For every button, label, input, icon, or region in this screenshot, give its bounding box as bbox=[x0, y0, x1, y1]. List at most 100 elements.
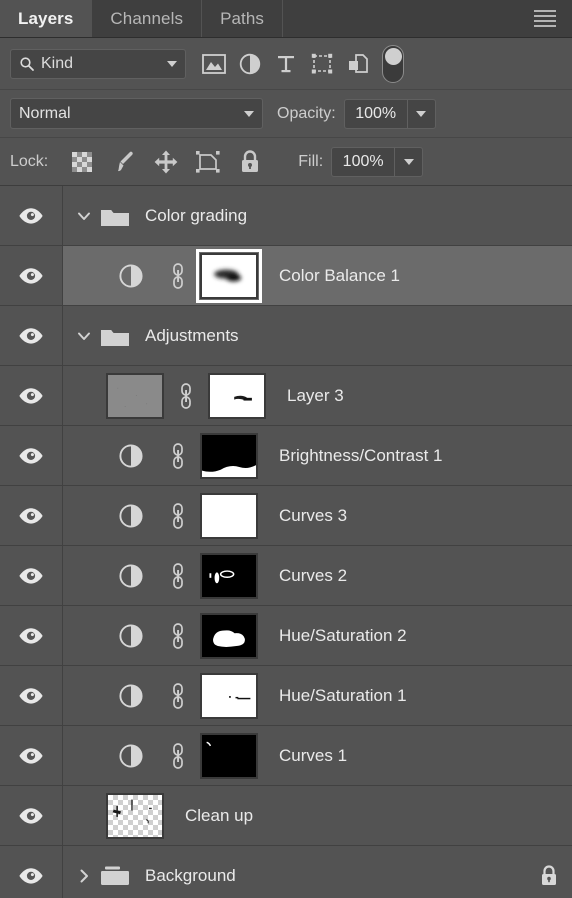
fill-stepper[interactable] bbox=[395, 146, 424, 177]
layer-name[interactable]: Layer 3 bbox=[287, 386, 344, 406]
layer-visibility-toggle[interactable] bbox=[0, 786, 63, 845]
chevron-down-icon[interactable] bbox=[76, 328, 92, 344]
layer-visibility-toggle[interactable] bbox=[0, 306, 63, 365]
layer-name[interactable]: Curves 2 bbox=[279, 566, 347, 586]
lock-image-pixels-icon[interactable] bbox=[104, 144, 144, 180]
shape-layer-filter-icon[interactable] bbox=[304, 46, 340, 82]
layer-visibility-toggle[interactable] bbox=[0, 426, 63, 485]
tab-layers[interactable]: Layers bbox=[0, 0, 93, 37]
panel-menu-icon[interactable] bbox=[524, 0, 572, 37]
lock-all-icon[interactable] bbox=[230, 144, 270, 180]
filter-kind-select[interactable]: Kind bbox=[10, 48, 186, 79]
chevron-down-icon[interactable] bbox=[76, 208, 92, 224]
group-disclosure-toggle[interactable] bbox=[71, 208, 97, 224]
layer-row[interactable]: Hue/Saturation 1 bbox=[0, 666, 572, 726]
layer-list[interactable]: Color grading Color Balance 1 Adjustment… bbox=[0, 186, 572, 898]
link-mask-icon[interactable] bbox=[170, 741, 186, 771]
layer-thumbnail[interactable] bbox=[97, 792, 173, 839]
layer-mask-thumbnail[interactable] bbox=[191, 248, 267, 303]
layer-mask-thumbnail[interactable] bbox=[191, 612, 267, 659]
link-mask-icon[interactable] bbox=[170, 261, 186, 291]
fill-input[interactable]: 100% bbox=[331, 146, 396, 177]
mask-link-icon[interactable] bbox=[165, 561, 191, 591]
adjustment-layer-thumbnail[interactable] bbox=[97, 263, 165, 289]
link-mask-icon[interactable] bbox=[170, 441, 186, 471]
mask-link-icon[interactable] bbox=[165, 621, 191, 651]
lock-artboard-nesting-icon[interactable] bbox=[188, 144, 228, 180]
layer-row[interactable]: Curves 1 bbox=[0, 726, 572, 786]
layer-visibility-toggle[interactable] bbox=[0, 726, 63, 785]
layer-name[interactable]: Hue/Saturation 1 bbox=[279, 686, 407, 706]
layer-row[interactable]: Curves 3 bbox=[0, 486, 572, 546]
lock-position-icon[interactable] bbox=[146, 144, 186, 180]
layer-name[interactable]: Adjustments bbox=[145, 326, 239, 346]
layer-row[interactable]: Background bbox=[0, 846, 572, 898]
layer-row[interactable]: Clean up bbox=[0, 786, 572, 846]
adjustment-layer-thumbnail[interactable] bbox=[97, 563, 165, 589]
layer-name[interactable]: Curves 3 bbox=[279, 506, 347, 526]
visibility-eye-glyph bbox=[19, 507, 43, 524]
mask-link-icon[interactable] bbox=[165, 441, 191, 471]
layer-mask-thumbnail[interactable] bbox=[191, 672, 267, 719]
layer-row-body: Adjustments bbox=[63, 306, 572, 365]
layer-visibility-toggle[interactable] bbox=[0, 606, 63, 665]
chevron-right-icon[interactable] bbox=[76, 868, 92, 884]
adjustment-layer-thumbnail[interactable] bbox=[97, 503, 165, 529]
layer-visibility-toggle[interactable] bbox=[0, 366, 63, 425]
layer-name[interactable]: Color grading bbox=[145, 206, 247, 226]
adjustment-layer-thumbnail[interactable] bbox=[97, 683, 165, 709]
adjustment-layer-thumbnail[interactable] bbox=[97, 623, 165, 649]
link-mask-icon[interactable] bbox=[170, 501, 186, 531]
link-mask-icon[interactable] bbox=[170, 621, 186, 651]
layer-row[interactable]: Hue/Saturation 2 bbox=[0, 606, 572, 666]
adjustment-layer-thumbnail[interactable] bbox=[97, 743, 165, 769]
layer-mask-thumbnail[interactable] bbox=[191, 432, 267, 479]
mask-link-icon[interactable] bbox=[165, 681, 191, 711]
mask-link-icon[interactable] bbox=[165, 741, 191, 771]
layer-thumbnail[interactable] bbox=[97, 372, 173, 419]
mask-link-icon[interactable] bbox=[165, 261, 191, 291]
link-mask-icon[interactable] bbox=[170, 561, 186, 591]
mask-link-icon[interactable] bbox=[173, 381, 199, 411]
chevron-down-icon bbox=[416, 110, 427, 117]
layer-name[interactable]: Brightness/Contrast 1 bbox=[279, 446, 442, 466]
layer-name[interactable]: Color Balance 1 bbox=[279, 266, 400, 286]
lock-transparent-pixels-icon[interactable] bbox=[62, 144, 102, 180]
layer-visibility-toggle[interactable] bbox=[0, 546, 63, 605]
link-mask-icon[interactable] bbox=[170, 681, 186, 711]
group-disclosure-toggle[interactable] bbox=[71, 868, 97, 884]
layer-mask-thumbnail[interactable] bbox=[191, 732, 267, 779]
filter-toggle-switch[interactable] bbox=[382, 44, 404, 83]
link-mask-icon[interactable] bbox=[178, 381, 194, 411]
layer-mask-thumbnail[interactable] bbox=[199, 372, 275, 419]
layer-name[interactable]: Background bbox=[145, 866, 236, 886]
smart-object-filter-icon[interactable] bbox=[340, 46, 376, 82]
layer-visibility-toggle[interactable] bbox=[0, 186, 63, 245]
tab-channels[interactable]: Channels bbox=[92, 0, 203, 37]
opacity-stepper[interactable] bbox=[407, 98, 436, 129]
type-layer-filter-icon[interactable] bbox=[268, 46, 304, 82]
layer-name[interactable]: Hue/Saturation 2 bbox=[279, 626, 407, 646]
adjustment-layer-filter-icon[interactable] bbox=[232, 46, 268, 82]
layer-row[interactable]: Color Balance 1 bbox=[0, 246, 572, 306]
blend-mode-select[interactable]: Normal bbox=[10, 98, 263, 129]
group-disclosure-toggle[interactable] bbox=[71, 328, 97, 344]
layer-visibility-toggle[interactable] bbox=[0, 246, 63, 305]
layer-row[interactable]: Curves 2 bbox=[0, 546, 572, 606]
layer-row[interactable]: Brightness/Contrast 1 bbox=[0, 426, 572, 486]
layer-row[interactable]: Adjustments bbox=[0, 306, 572, 366]
layer-row[interactable]: Layer 3 bbox=[0, 366, 572, 426]
layer-name[interactable]: Clean up bbox=[185, 806, 253, 826]
adjustment-layer-thumbnail[interactable] bbox=[97, 443, 165, 469]
layer-mask-thumbnail[interactable] bbox=[191, 552, 267, 599]
layer-visibility-toggle[interactable] bbox=[0, 666, 63, 725]
opacity-input[interactable]: 100% bbox=[343, 98, 408, 129]
layer-mask-thumbnail[interactable] bbox=[191, 492, 267, 539]
layer-visibility-toggle[interactable] bbox=[0, 486, 63, 545]
mask-link-icon[interactable] bbox=[165, 501, 191, 531]
layer-row[interactable]: Color grading bbox=[0, 186, 572, 246]
tab-paths[interactable]: Paths bbox=[202, 0, 284, 37]
layer-visibility-toggle[interactable] bbox=[0, 846, 63, 898]
pixel-layer-filter-icon[interactable] bbox=[196, 46, 232, 82]
layer-name[interactable]: Curves 1 bbox=[279, 746, 347, 766]
